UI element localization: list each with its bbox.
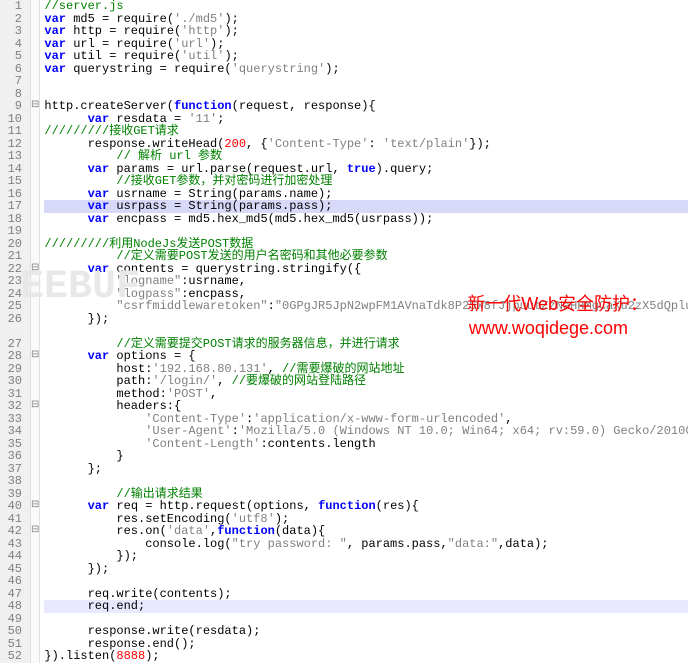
fold-toggle — [31, 513, 39, 526]
line-number: 15 — [4, 175, 22, 188]
fold-toggle — [31, 75, 39, 88]
fold-toggle — [31, 388, 39, 401]
fold-toggle — [31, 25, 39, 38]
line-number: 44 — [4, 550, 22, 563]
fold-toggle — [31, 63, 39, 76]
line-number: 13 — [4, 150, 22, 163]
fold-toggle — [31, 175, 39, 188]
fold-toggle — [31, 300, 39, 313]
fold-toggle — [31, 325, 39, 338]
fold-toggle — [31, 125, 39, 138]
fold-toggle — [31, 238, 39, 251]
fold-toggle — [31, 163, 39, 176]
fold-toggle[interactable]: ⊟ — [31, 350, 39, 363]
line-number: 46 — [4, 575, 22, 588]
line-number: 48 — [4, 600, 22, 613]
fold-toggle — [31, 613, 39, 626]
code-line[interactable]: }); — [44, 550, 688, 563]
code-line[interactable]: 'Content-Length':contents.length — [44, 438, 688, 451]
fold-toggle — [31, 0, 39, 13]
line-number-gutter[interactable]: 1234567891011121314151617181920212223242… — [0, 0, 31, 663]
line-number: 19 — [4, 225, 22, 238]
line-number — [4, 325, 22, 338]
fold-toggle — [31, 363, 39, 376]
fold-toggle — [31, 313, 39, 326]
line-number: 3 — [4, 25, 22, 38]
fold-toggle — [31, 200, 39, 213]
code-line[interactable]: var querystring = require('querystring')… — [44, 63, 688, 76]
line-number: 50 — [4, 625, 22, 638]
fold-toggle — [31, 338, 39, 351]
fold-toggle — [31, 138, 39, 151]
fold-toggle[interactable]: ⊟ — [31, 100, 39, 113]
fold-toggle — [31, 625, 39, 638]
fold-toggle — [31, 288, 39, 301]
line-number: 32 — [4, 400, 22, 413]
fold-toggle — [31, 550, 39, 563]
fold-toggle — [31, 413, 39, 426]
fold-toggle — [31, 563, 39, 576]
line-number: 26 — [4, 313, 22, 326]
fold-toggle — [31, 463, 39, 476]
code-line[interactable]: console.log("try password: ", params.pas… — [44, 538, 688, 551]
fold-toggle[interactable]: ⊟ — [31, 263, 39, 276]
fold-toggle — [31, 600, 39, 613]
line-number: 34 — [4, 425, 22, 438]
line-number: 17 — [4, 200, 22, 213]
fold-toggle — [31, 113, 39, 126]
fold-toggle — [31, 88, 39, 101]
overlay-text-2: www.woqidege.com — [469, 318, 628, 339]
line-number: 38 — [4, 475, 22, 488]
line-number: 7 — [4, 75, 22, 88]
fold-toggle — [31, 225, 39, 238]
line-number: 23 — [4, 275, 22, 288]
code-line[interactable]: }; — [44, 463, 688, 476]
fold-toggle — [31, 588, 39, 601]
line-number: 21 — [4, 250, 22, 263]
fold-toggle — [31, 188, 39, 201]
fold-toggle — [31, 425, 39, 438]
code-line[interactable]: } — [44, 450, 688, 463]
fold-toggle — [31, 475, 39, 488]
fold-toggle — [31, 275, 39, 288]
line-number: 42 — [4, 525, 22, 538]
fold-toggle — [31, 450, 39, 463]
code-line[interactable]: }); — [44, 563, 688, 576]
fold-column[interactable]: ⊟ ⊟ ⊟ ⊟ ⊟ ⊟ — [31, 0, 40, 663]
fold-toggle — [31, 438, 39, 451]
fold-toggle — [31, 213, 39, 226]
fold-toggle[interactable]: ⊟ — [31, 500, 39, 513]
fold-toggle[interactable]: ⊟ — [31, 400, 39, 413]
code-line[interactable]: req.end; — [44, 600, 688, 613]
line-number: 40 — [4, 500, 22, 513]
code-line[interactable]: var encpass = md5.hex_md5(md5.hex_md5(us… — [44, 213, 688, 226]
line-number: 28 — [4, 350, 22, 363]
fold-toggle — [31, 538, 39, 551]
line-number: 1 — [4, 0, 22, 13]
line-number: 36 — [4, 450, 22, 463]
code-line[interactable] — [44, 75, 688, 88]
line-number: 11 — [4, 125, 22, 138]
fold-toggle — [31, 150, 39, 163]
line-number: 30 — [4, 375, 22, 388]
fold-toggle — [31, 50, 39, 63]
line-number: 9 — [4, 100, 22, 113]
fold-toggle — [31, 38, 39, 51]
fold-toggle — [31, 638, 39, 651]
line-number: 5 — [4, 50, 22, 63]
fold-toggle — [31, 488, 39, 501]
fold-toggle — [31, 375, 39, 388]
fold-toggle[interactable]: ⊟ — [31, 525, 39, 538]
fold-toggle — [31, 575, 39, 588]
line-number: 25 — [4, 300, 22, 313]
fold-toggle — [31, 250, 39, 263]
fold-toggle — [31, 13, 39, 26]
overlay-text-1: 新一代Web安全防护： — [467, 290, 648, 316]
